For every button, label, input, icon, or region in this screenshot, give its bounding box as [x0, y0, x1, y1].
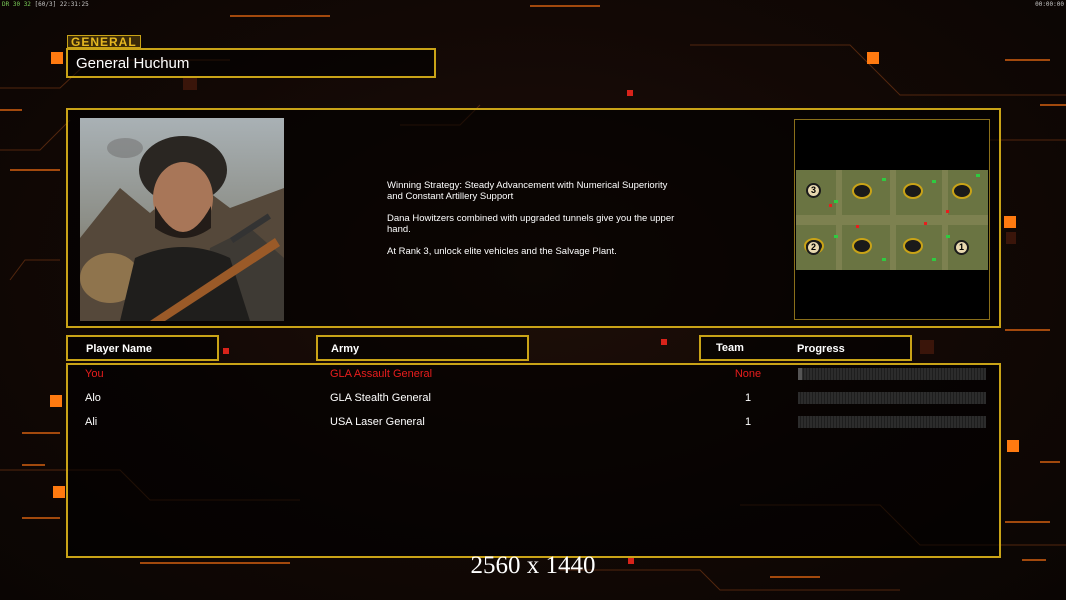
strategy-line-1: Winning Strategy: Steady Advancement wit…	[387, 180, 668, 202]
minimap: 3 2 1	[796, 170, 988, 270]
start-position-3: 3	[806, 183, 821, 198]
status-fps: 30 32	[12, 1, 31, 8]
player-row-ali: Ali USA Laser General 1	[66, 414, 1001, 432]
player-team: None	[734, 368, 762, 380]
player-name: Alo	[85, 392, 101, 404]
player-progress-bar	[798, 368, 986, 380]
status-clock: 22:31:25	[59, 1, 89, 8]
player-team: 1	[744, 392, 752, 404]
player-name-header-label: Player Name	[86, 343, 153, 355]
progress-fill	[798, 368, 802, 380]
status-tag: DR	[2, 1, 10, 8]
general-name: General Huchum	[76, 55, 190, 72]
start-position-1: 1	[954, 240, 969, 255]
progress-header-label: Progress	[797, 343, 845, 355]
minimap-terrain	[796, 170, 988, 270]
general-tag-label: GENERAL	[67, 35, 141, 49]
player-row-alo: Alo GLA Stealth General 1	[66, 390, 1001, 408]
player-name: Ali	[85, 416, 98, 428]
player-team: 1	[744, 416, 752, 428]
player-progress-bar	[798, 416, 986, 428]
general-portrait	[80, 118, 284, 321]
resolution-overlay: 2560 x 1440	[470, 552, 596, 579]
status-bar-right: 00:00:00	[1035, 1, 1064, 8]
strategy-description: Winning Strategy: Steady Advancement wit…	[387, 180, 717, 268]
army-header-label: Army	[331, 343, 360, 355]
player-army: USA Laser General	[330, 416, 425, 428]
team-progress-header: Team Progress	[699, 335, 912, 361]
player-name-header: Player Name	[66, 335, 219, 361]
army-header: Army	[316, 335, 529, 361]
player-army: GLA Stealth General	[330, 392, 431, 404]
player-army: GLA Assault General	[330, 368, 433, 380]
player-row-you: You GLA Assault General None	[66, 366, 1001, 384]
status-bar-left: DR 30 32 [60/3] 22:31:25	[2, 1, 89, 8]
player-name: You	[85, 368, 104, 380]
general-name-box: General Huchum	[66, 48, 436, 78]
strategy-line-2: Dana Howitzers combined with upgraded tu…	[387, 213, 675, 235]
status-frames: [60/3]	[34, 1, 57, 8]
strategy-line-3: At Rank 3, unlock elite vehicles and the…	[387, 246, 617, 257]
player-progress-bar	[798, 392, 986, 404]
minimap-frame: 3 2 1	[794, 119, 990, 320]
team-header-label: Team	[716, 342, 744, 354]
start-position-2: 2	[806, 240, 821, 255]
